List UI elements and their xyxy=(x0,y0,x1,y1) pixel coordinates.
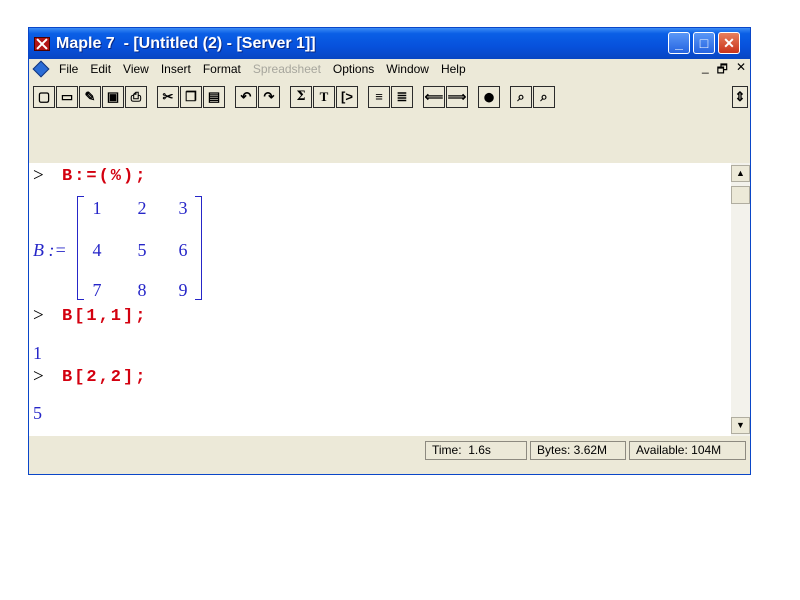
document-icon[interactable] xyxy=(33,62,49,76)
print-icon[interactable]: ⎙ xyxy=(125,86,147,108)
command-input[interactable]: B:=(%); xyxy=(62,167,147,186)
worksheet[interactable]: > B:=(%); B := 1 2 3 4 5 6 7 8 9 > B[1,1… xyxy=(29,163,731,436)
status-available: Available: 104M xyxy=(629,441,746,460)
prompt-marker: > xyxy=(33,366,44,387)
menu-bar: File Edit View Insert Format Spreadsheet… xyxy=(29,59,750,81)
matrix-cell: 6 xyxy=(178,240,188,260)
toolbar-scroll-icon[interactable]: ⇕ xyxy=(732,86,748,108)
zoom-out-icon[interactable]: ⌕ xyxy=(533,86,555,108)
scroll-thumb[interactable] xyxy=(731,186,750,204)
doc-restore-button[interactable]: 🗗 xyxy=(717,60,728,81)
maximize-button[interactable]: □ xyxy=(693,32,715,54)
undo-icon[interactable]: ↶ xyxy=(235,86,257,108)
open-url-icon[interactable]: ✎ xyxy=(79,86,101,108)
matrix-cell: 7 xyxy=(92,280,102,300)
matrix-cell: 4 xyxy=(92,240,102,260)
back-icon[interactable]: ⟸ xyxy=(423,86,445,108)
menu-edit[interactable]: Edit xyxy=(84,62,117,76)
paste-icon[interactable]: ▤ xyxy=(203,86,225,108)
prompt-icon[interactable]: [> xyxy=(336,86,358,108)
matrix-cell: 5 xyxy=(137,240,147,260)
scroll-up-icon[interactable]: ▲ xyxy=(731,165,750,182)
collapse-icon[interactable]: ≡ xyxy=(368,86,390,108)
close-button[interactable]: ✕ xyxy=(718,32,740,54)
zoom-in-icon[interactable]: ⌕ xyxy=(510,86,532,108)
open-icon[interactable]: ▭ xyxy=(56,86,78,108)
menu-file[interactable]: File xyxy=(53,62,84,76)
menu-insert[interactable]: Insert xyxy=(155,62,197,76)
window-title: Maple 7 - [Untitled (2) - [Server 1]] xyxy=(56,34,316,52)
menu-window[interactable]: Window xyxy=(380,62,435,76)
doc-close-button[interactable]: ✕ xyxy=(736,60,746,81)
menu-spreadsheet: Spreadsheet xyxy=(252,62,321,76)
new-icon[interactable]: ▢ xyxy=(33,86,55,108)
menu-help[interactable]: Help xyxy=(435,62,472,76)
minimize-button[interactable]: _ xyxy=(668,32,690,54)
context-bar xyxy=(29,118,750,160)
matrix-right-bracket xyxy=(195,196,202,300)
maple-window: Maple 7 - [Untitled (2) - [Server 1]] _ … xyxy=(28,27,751,475)
stop-icon[interactable]: ⬤ xyxy=(478,86,500,108)
forward-icon[interactable]: ⟹ xyxy=(446,86,468,108)
expand-icon[interactable]: ≣ xyxy=(391,86,413,108)
status-bar: Time: 1.6s Bytes: 3.62M Available: 104M xyxy=(29,438,750,460)
command-input[interactable]: B[2,2]; xyxy=(62,368,147,387)
save-icon[interactable]: ▣ xyxy=(102,86,124,108)
matrix-cell: 2 xyxy=(137,198,147,218)
menu-view[interactable]: View xyxy=(117,62,155,76)
matrix-label: B := xyxy=(33,240,67,260)
text-icon[interactable]: T xyxy=(313,86,335,108)
sigma-icon[interactable]: Σ xyxy=(290,86,312,108)
redo-icon[interactable]: ↷ xyxy=(258,86,280,108)
prompt-marker: > xyxy=(33,165,44,186)
matrix-cell: 9 xyxy=(178,280,188,300)
output-value: 1 xyxy=(33,343,42,363)
scroll-down-icon[interactable]: ▼ xyxy=(731,417,750,434)
doc-minimize-button[interactable]: _ xyxy=(702,60,709,81)
matrix-cell: 8 xyxy=(137,280,147,300)
menu-format[interactable]: Format xyxy=(197,62,247,76)
title-bar[interactable]: Maple 7 - [Untitled (2) - [Server 1]] _ … xyxy=(29,28,750,59)
toolbar: ▢ ▭ ✎ ▣ ⎙ ✂ ❐ ▤ ↶ ↷ Σ T [> ≡ ≣ ⟸ ⟹ ⬤ ⌕ ⌕… xyxy=(29,81,750,115)
maple-logo-icon xyxy=(34,36,50,51)
status-bytes: Bytes: 3.62M xyxy=(530,441,626,460)
matrix-left-bracket xyxy=(77,196,84,300)
copy-icon[interactable]: ❐ xyxy=(180,86,202,108)
prompt-marker: > xyxy=(33,305,44,326)
matrix-cell: 1 xyxy=(92,198,102,218)
status-time: Time: 1.6s xyxy=(425,441,527,460)
cut-icon[interactable]: ✂ xyxy=(157,86,179,108)
menu-options[interactable]: Options xyxy=(327,62,380,76)
vertical-scrollbar[interactable]: ▲ ▼ xyxy=(731,163,750,436)
matrix-cell: 3 xyxy=(178,198,188,218)
command-input[interactable]: B[1,1]; xyxy=(62,307,147,326)
output-value: 5 xyxy=(33,403,42,423)
